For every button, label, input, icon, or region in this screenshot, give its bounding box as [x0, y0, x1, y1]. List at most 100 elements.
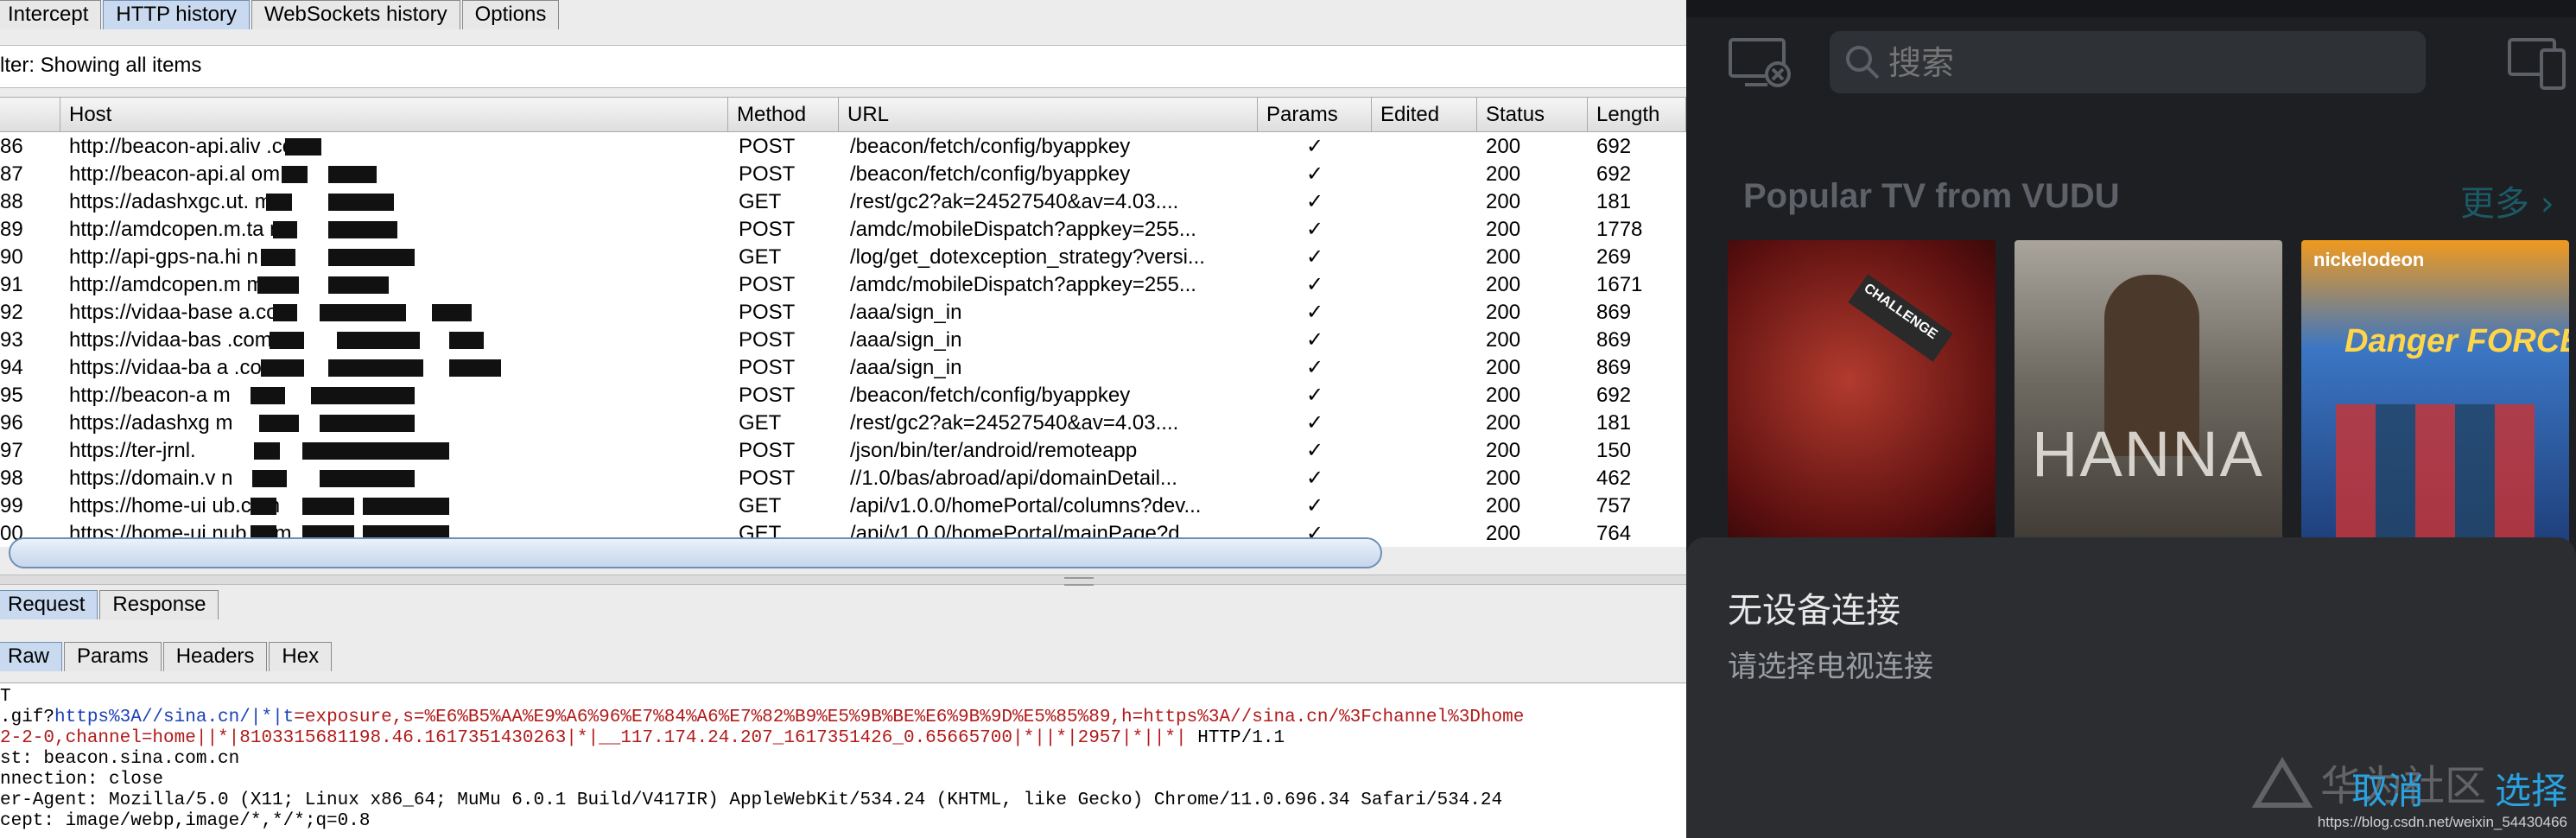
tab-response[interactable]: Response: [99, 590, 219, 619]
column-header-host[interactable]: Host: [60, 98, 728, 132]
cell-length: 181: [1596, 411, 1632, 435]
cell-params: ✓: [1305, 328, 1324, 352]
cell-num: 94: [0, 356, 23, 379]
cancel-button[interactable]: 取消: [2351, 762, 2424, 815]
cell-status: 200: [1486, 301, 1521, 324]
raw-http-version: HTTP/1.1: [1186, 728, 1285, 748]
table-row[interactable]: 95 http://beacon-a m POST/beacon/fetch/con…: [0, 382, 1686, 409]
table-row[interactable]: 96 https://adashxg m GET/rest/gc2?ak=24527…: [0, 409, 1686, 437]
search-bar[interactable]: [1830, 31, 2426, 93]
cell-host: http://amdcopen.m.ta m: [69, 218, 288, 241]
burp-suite-window: Intercept HTTP history WebSockets histor…: [0, 0, 1686, 838]
redaction-mark: [285, 138, 321, 156]
cell-url: /rest/gc2?ak=24527540&av=4.03....: [850, 411, 1179, 435]
tab-websockets-history[interactable]: WebSockets history: [251, 0, 460, 29]
table-row[interactable]: 99 https://home-ui ub.com GET/api/v1.0.0/h…: [0, 492, 1686, 520]
table-row[interactable]: 92 https://vidaa-base a.com POST/aaa/sign_…: [0, 299, 1686, 327]
raw-url-param-value: https%3A//sina.cn/: [54, 708, 251, 727]
cast-off-icon[interactable]: [1728, 35, 1793, 92]
tab-params[interactable]: Params: [64, 642, 162, 671]
raw-url-continuation: 2-2-0,channel=home||*|8103315681198.46.1…: [0, 728, 1187, 748]
cell-num: 93: [0, 328, 23, 352]
horizontal-scrollbar[interactable]: [9, 537, 1382, 568]
table-row[interactable]: 88 https://adashxgc.ut. m GET/rest/gc2?ak=…: [0, 188, 1686, 216]
cell-url: /beacon/fetch/config/byappkey: [850, 135, 1131, 158]
tab-raw[interactable]: Raw: [0, 642, 63, 671]
column-header-edited[interactable]: Edited: [1372, 98, 1477, 132]
raw-line-request-url-cont: 2-2-0,channel=home||*|8103315681198.46.1…: [0, 728, 1285, 749]
tv-device-icon[interactable]: [2507, 35, 2567, 92]
table-row[interactable]: 86 http://beacon-api.aliv .com POST/beacon…: [0, 133, 1686, 161]
column-header-num[interactable]: [0, 98, 60, 132]
poster-tile[interactable]: nickelodeon Danger FORCE: [2301, 240, 2569, 551]
raw-url-param-value-2: =exposure,s=%E6%B5%AA%E9%A6%96%E7%84%A6%…: [294, 708, 1525, 727]
poster-tile[interactable]: CHALLENGE: [1728, 240, 1995, 551]
table-row[interactable]: 91 http://amdcopen.m m POST/amdc/mobileDis…: [0, 271, 1686, 299]
table-row[interactable]: 90 http://api-gps-na.hi n GET/log/get_dote…: [0, 244, 1686, 271]
tab-options[interactable]: Options: [461, 0, 560, 29]
column-header-params[interactable]: Params: [1258, 98, 1372, 132]
redaction-mark: [282, 166, 308, 183]
redaction-mark: [363, 498, 449, 515]
tab-http-history[interactable]: HTTP history: [103, 0, 250, 29]
cell-status: 200: [1486, 356, 1521, 379]
cell-url: /aaa/sign_in: [850, 328, 962, 352]
search-input[interactable]: [1887, 40, 2408, 86]
cell-num: 99: [0, 494, 23, 517]
split-divider[interactable]: [0, 575, 1686, 585]
cell-method: POST: [739, 273, 796, 296]
cell-status: 200: [1486, 135, 1521, 158]
table-row[interactable]: 94 https://vidaa-ba a .com POST/aaa/sign_i…: [0, 354, 1686, 382]
redaction-mark: [320, 470, 415, 487]
cell-length: 869: [1596, 301, 1632, 324]
redaction-mark: [266, 194, 292, 211]
phone-app-screen: Popular TV from VUDU 更多 › CHALLENGE HANN…: [1686, 0, 2576, 838]
cell-length: 462: [1596, 467, 1632, 490]
cell-url: /amdc/mobileDispatch?appkey=255...: [850, 273, 1196, 296]
raw-request-editor[interactable]: T .gif?https%3A//sina.cn/|*|t=exposure,s…: [0, 682, 1686, 838]
redaction-mark: [311, 387, 415, 404]
table-row[interactable]: 98 https://domain.v n POST//1.0/bas/abroad…: [0, 465, 1686, 492]
tab-intercept[interactable]: Intercept: [0, 0, 102, 29]
table-row[interactable]: 89 http://amdcopen.m.ta m POST/amdc/mobile…: [0, 216, 1686, 244]
column-header-method[interactable]: Method: [728, 98, 839, 132]
table-row[interactable]: 97 https://ter-jrnl. POST/json/bin/ter/and…: [0, 437, 1686, 465]
message-view-tabs: Raw Params Headers Hex: [0, 642, 333, 671]
column-header-url[interactable]: URL: [839, 98, 1258, 132]
cell-length: 692: [1596, 135, 1632, 158]
redaction-mark: [252, 470, 287, 487]
cell-length: 269: [1596, 245, 1632, 269]
cell-method: GET: [739, 411, 782, 435]
cell-length: 1671: [1596, 273, 1643, 296]
more-link[interactable]: 更多 ›: [2460, 175, 2554, 225]
cell-num: 87: [0, 162, 23, 186]
cell-host: http://amdcopen.m m: [69, 273, 264, 296]
divider-grip-icon[interactable]: [1064, 577, 1094, 586]
cell-params: ✓: [1305, 494, 1324, 517]
poster-tile[interactable]: HANNA: [2014, 240, 2282, 551]
column-header-status[interactable]: Status: [1477, 98, 1588, 132]
redaction-mark: [328, 194, 394, 211]
redaction-mark: [449, 332, 484, 349]
tab-headers[interactable]: Headers: [162, 642, 268, 671]
no-device-sheet: 无设备连接 请选择电视连接 华为社区 取消 选择 https://blog.cs…: [1686, 537, 2576, 838]
raw-line-method: T: [0, 687, 11, 707]
column-header-length[interactable]: Length: [1588, 98, 1686, 132]
filter-bar[interactable]: lter: Showing all items: [0, 45, 1686, 88]
tab-request[interactable]: Request: [0, 590, 98, 619]
raw-url-param-key: t: [282, 708, 295, 727]
raw-line-accept: cept: image/webp,image/*,*/*;q=0.8: [0, 811, 371, 831]
select-button[interactable]: 选择: [2495, 762, 2567, 815]
redaction-mark: [302, 498, 354, 515]
redaction-mark: [261, 359, 304, 377]
search-icon: [1846, 46, 1880, 79]
cell-host: https://adashxgc.ut. m: [69, 190, 272, 213]
redaction-mark: [273, 221, 297, 238]
cell-params: ✓: [1305, 273, 1324, 296]
tab-hex[interactable]: Hex: [269, 642, 333, 671]
redaction-mark: [257, 276, 299, 294]
cell-params: ✓: [1305, 162, 1324, 186]
table-row[interactable]: 93 https://vidaa-bas .com POST/aaa/sign_in…: [0, 327, 1686, 354]
cell-num: 89: [0, 218, 23, 241]
table-row[interactable]: 87 http://beacon-api.al om POST/beacon/fet…: [0, 161, 1686, 188]
